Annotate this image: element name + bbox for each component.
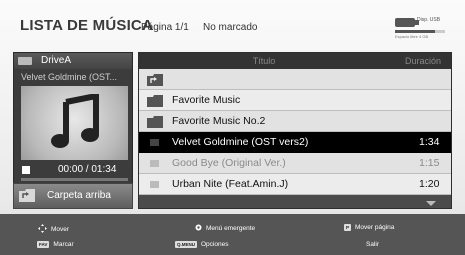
music-file-icon (150, 160, 159, 167)
usb-drive-icon (395, 18, 419, 27)
list-item-title: Urban Nite (Feat.Amin.J) (172, 178, 289, 190)
music-list-screen: LISTA DE MÚSICA Página 1/1 No marcado Di… (0, 0, 465, 255)
list-item[interactable]: Favorite Music (139, 90, 451, 111)
folder-icon (147, 95, 163, 107)
playback-progress[interactable] (21, 178, 128, 181)
usb-usage-fill (395, 30, 435, 33)
list-header: Título Duración (139, 53, 451, 69)
list-item-duration: 1:34 (419, 136, 440, 148)
usb-storage-indicator: Disp. USB Espacio libre 4 GB (395, 16, 445, 40)
now-playing-title: Velvet Goldmine (OST... (21, 72, 118, 82)
hint-move-page-label: Mover página (355, 224, 395, 232)
music-file-icon (150, 139, 159, 146)
list-item-duration: 1:15 (419, 157, 440, 169)
hint-move-page: P Mover página (344, 224, 394, 231)
list-item[interactable]: Urban Nite (Feat.Amin.J) 1:20 (139, 174, 451, 195)
marked-status: No marcado (203, 22, 258, 33)
usb-free-space: Espacio libre 4 GB (395, 34, 429, 39)
hint-mark: FAV Marcar (37, 241, 74, 248)
drive-label: DriveA (41, 55, 72, 66)
list-item[interactable] (139, 69, 451, 90)
usb-label: Disp. USB (417, 17, 441, 23)
list-item[interactable]: Good Bye (Original Ver.) 1:15 (139, 153, 451, 174)
page-key-icon: P (344, 224, 352, 231)
page-title: LISTA DE MÚSICA (20, 17, 153, 34)
scroll-down-arrow-icon[interactable] (426, 201, 436, 206)
hint-options-label: Opciones (201, 241, 229, 249)
parent-folder-icon (147, 74, 163, 86)
hint-exit: Salir (366, 241, 379, 248)
usb-usage-bar (395, 30, 445, 33)
fav-key-icon: FAV (37, 241, 50, 248)
page-indicator: Página 1/1 (141, 22, 189, 33)
hint-popup-menu: Menú emergente (195, 224, 255, 233)
stop-icon[interactable] (22, 166, 30, 174)
column-duration-header: Duración (405, 56, 442, 66)
music-note-icon (51, 94, 99, 148)
list-item-title: Good Bye (Original Ver.) (172, 157, 286, 169)
folder-up-icon (19, 189, 35, 202)
hint-popup-menu-label: Menú emergente (206, 225, 256, 233)
playback-time: 00:00 / 01:34 (58, 164, 117, 175)
ok-button-icon (195, 224, 202, 233)
album-art (21, 86, 128, 160)
music-list: Título Duración Favorite Music Favorite M… (138, 52, 452, 209)
list-item[interactable]: Velvet Goldmine (OST vers2) 1:34 (139, 132, 451, 153)
hint-exit-label: Salir (366, 241, 380, 248)
hint-move-label: Mover (51, 226, 70, 234)
list-item-title: Favorite Music (172, 94, 241, 106)
drive-row[interactable]: DriveA (14, 53, 132, 69)
drive-icon (18, 57, 32, 65)
qmenu-key-icon: Q.MENU (175, 241, 197, 248)
folder-up-label: Carpeta arriba (47, 190, 111, 201)
arrow-keys-icon (38, 224, 47, 235)
list-item-title: Favorite Music No.2 (172, 115, 266, 127)
column-title-header: Título (252, 56, 276, 66)
hint-move: Mover (38, 224, 69, 235)
list-item-title: Velvet Goldmine (OST vers2) (172, 136, 309, 148)
hint-mark-label: Marcar (53, 241, 74, 249)
folder-up-button[interactable]: Carpeta arriba (13, 183, 133, 209)
folder-icon (147, 116, 163, 128)
hint-options: Q.MENU Opciones (175, 241, 228, 248)
list-item[interactable]: Favorite Music No.2 (139, 111, 451, 132)
list-item-duration: 1:20 (419, 178, 440, 190)
footer-hints: Mover Menú emergente P Mover página FAV Ma… (0, 214, 465, 255)
music-file-icon (150, 181, 159, 188)
